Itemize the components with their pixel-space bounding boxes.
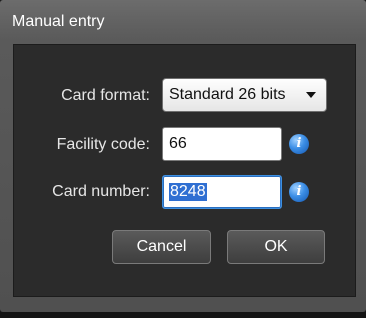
cancel-button[interactable]: Cancel: [112, 230, 211, 264]
dialog-title: Manual entry: [12, 13, 105, 30]
info-icon[interactable]: i: [289, 134, 309, 154]
card-format-select[interactable]: Standard 26 bits: [162, 78, 327, 112]
window-bottom-edge: [0, 312, 366, 318]
facility-code-value: 66: [169, 135, 187, 152]
card-number-field[interactable]: 8248: [162, 175, 282, 209]
manual-entry-dialog: Manual entry Card format: Standard 26 bi…: [0, 0, 366, 312]
card-format-label: Card format:: [61, 87, 150, 104]
info-icon[interactable]: i: [289, 182, 309, 202]
card-number-label: Card number:: [52, 183, 150, 200]
card-number-value: 8248: [169, 183, 207, 201]
chevron-down-icon: [306, 92, 316, 98]
ok-button[interactable]: OK: [227, 230, 325, 264]
facility-code-label: Facility code:: [56, 136, 150, 153]
card-format-value: Standard 26 bits: [169, 86, 286, 103]
facility-code-field[interactable]: 66: [162, 127, 282, 161]
